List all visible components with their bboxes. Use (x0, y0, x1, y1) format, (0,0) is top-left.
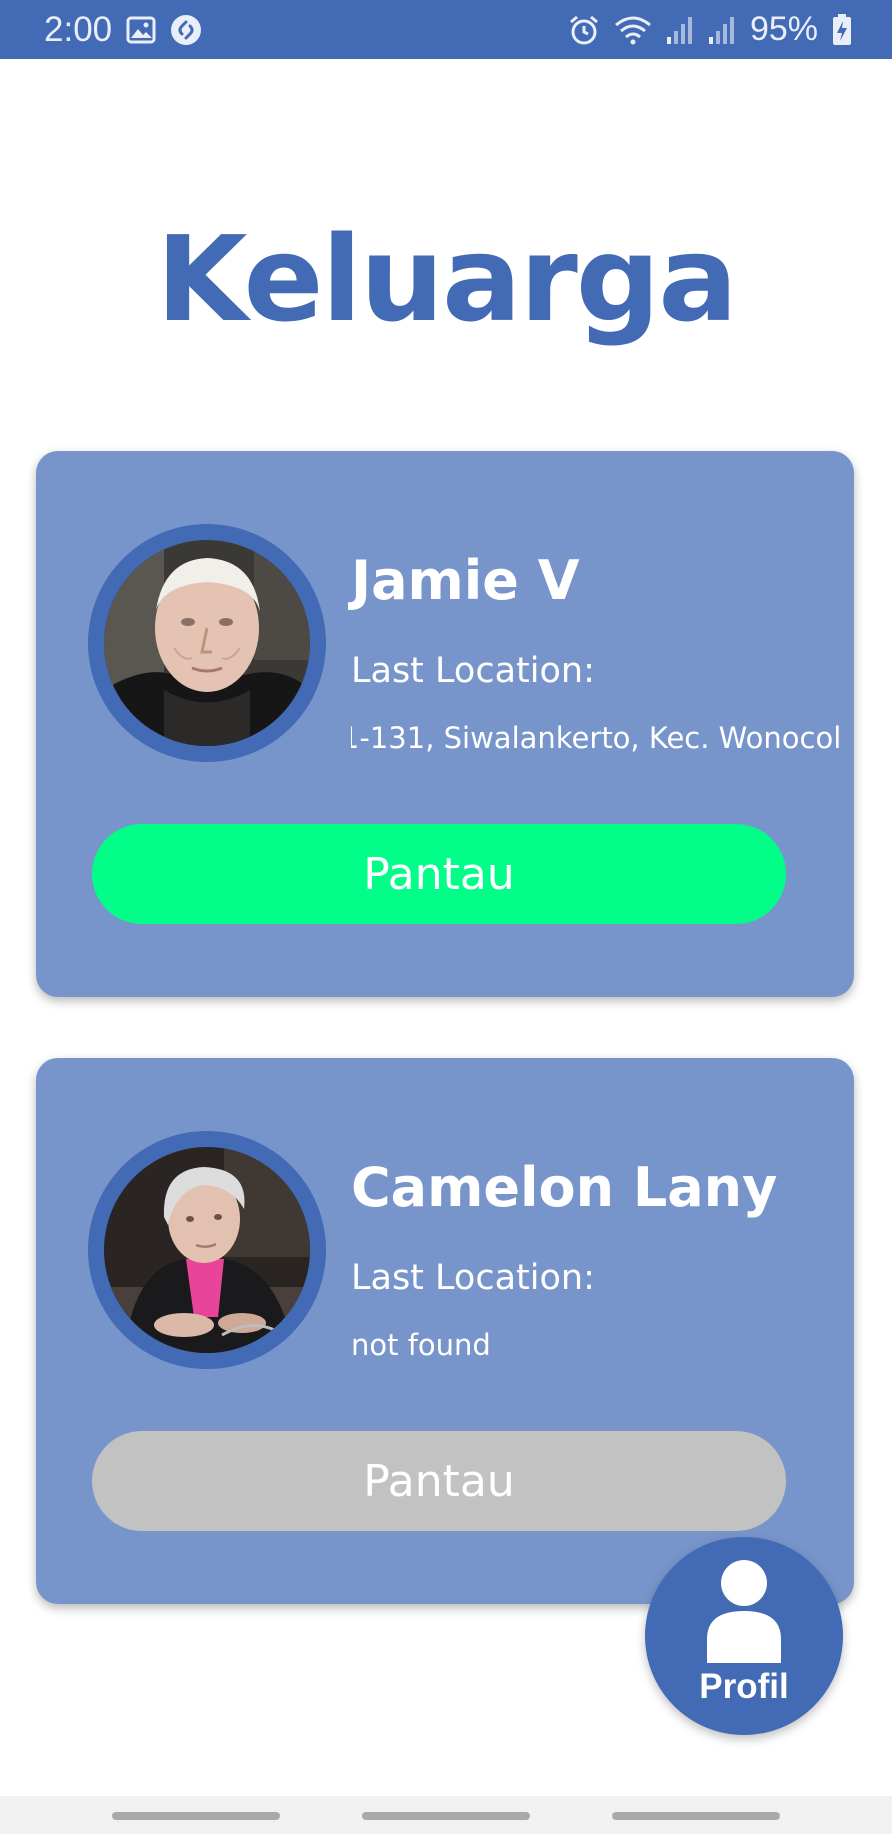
member-name: Jamie V (351, 549, 580, 612)
profil-label: Profil (699, 1667, 789, 1706)
last-location-label: Last Location: (351, 651, 595, 691)
battery-percent: 95% (749, 10, 818, 48)
battery-charging-icon (832, 13, 852, 46)
last-location-label: Last Location: (351, 1258, 595, 1298)
profil-button[interactable]: Profil (645, 1537, 843, 1735)
wifi-icon (614, 15, 652, 45)
member-photo (104, 540, 310, 746)
family-member-card: Camelon Lany Last Location: not found Pa… (36, 1058, 854, 1604)
avatar (88, 1131, 326, 1369)
nav-back-pill[interactable] (612, 1812, 780, 1820)
last-location-value: not found (351, 1328, 491, 1362)
last-location-marquee: Siwalankerto No.121-131, Siwalankerto, K… (351, 721, 841, 765)
navigation-bar (0, 1796, 892, 1834)
status-bar: 2:00 95% (0, 0, 892, 59)
alarm-icon (568, 14, 600, 46)
status-left: 2:00 (44, 10, 202, 50)
person-icon (707, 1560, 781, 1663)
last-location-marquee: not found (351, 1328, 841, 1372)
nav-recents-pill[interactable] (112, 1812, 280, 1820)
avatar (88, 524, 326, 762)
signal-icon (708, 15, 736, 45)
signal-icon (666, 15, 694, 45)
member-name: Camelon Lany (351, 1156, 778, 1219)
nav-home-pill[interactable] (362, 1812, 530, 1820)
gallery-icon (126, 16, 156, 44)
last-location-value: Siwalankerto No.121-131, Siwalankerto, K… (351, 721, 841, 755)
pantau-button[interactable]: Pantau (92, 1431, 786, 1531)
family-member-card: Jamie V Last Location: Siwalankerto No.1… (36, 451, 854, 997)
page-title: Keluarga (156, 210, 738, 348)
pantau-button[interactable]: Pantau (92, 824, 786, 924)
status-right: 95% (568, 10, 852, 49)
shazam-icon (170, 14, 202, 46)
member-photo (104, 1147, 310, 1353)
status-time: 2:00 (44, 9, 113, 49)
